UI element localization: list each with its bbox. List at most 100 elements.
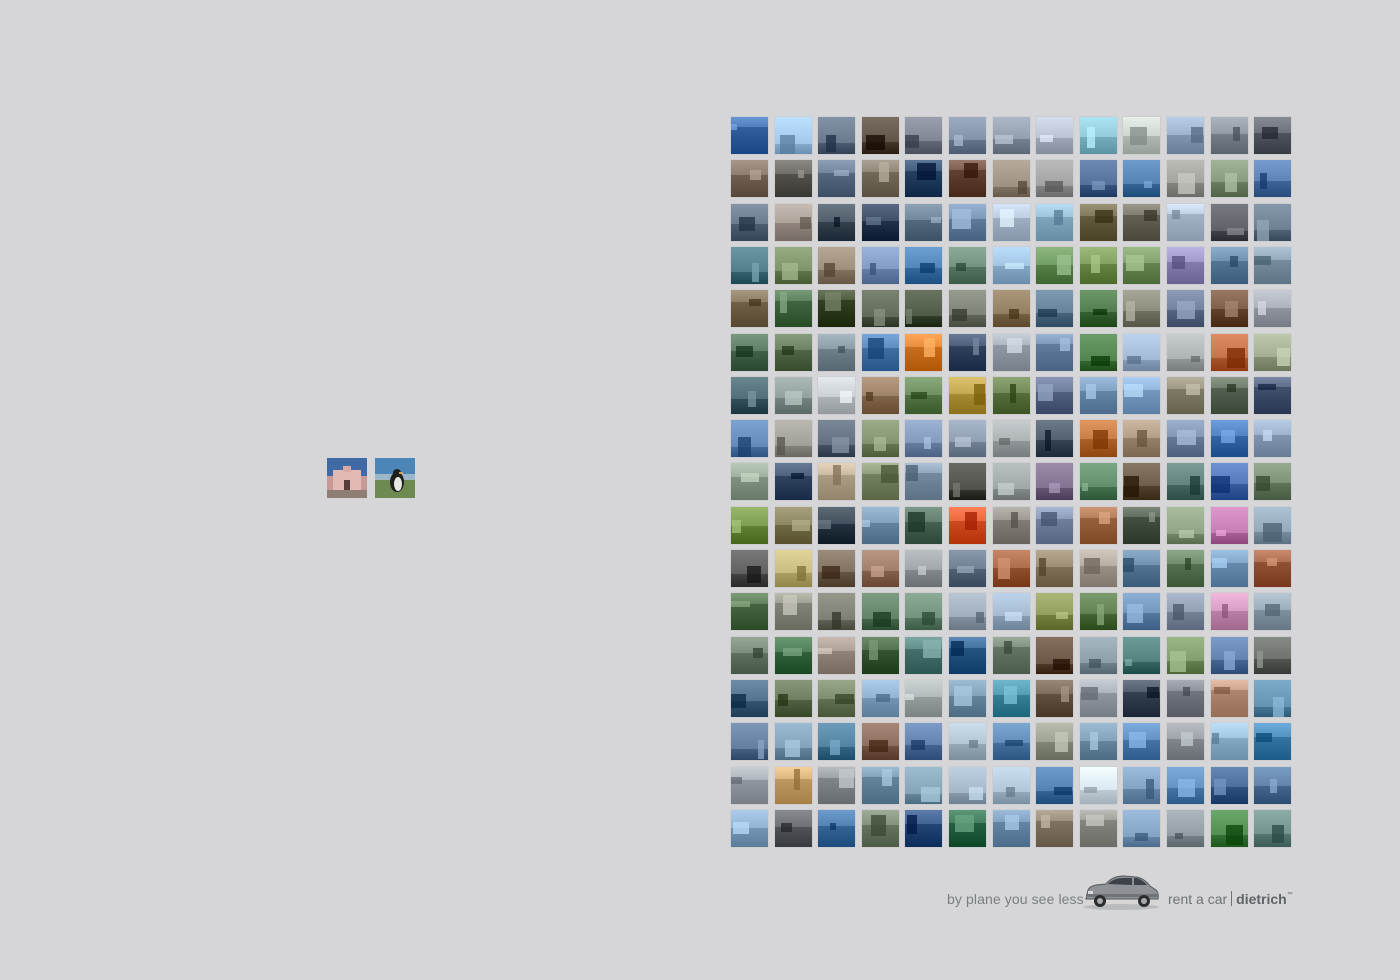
photo-tile [905,550,943,587]
photo-tile [731,333,768,371]
photo-tile [1254,766,1292,804]
photo-tile [1079,203,1117,241]
photo-tile [1210,463,1248,501]
brand-trademark: ™ [1286,892,1293,898]
photo-tile [1167,290,1204,328]
photo-tile [1036,809,1074,847]
photo-tile [1123,636,1161,674]
photo-tile [1123,376,1161,414]
photo-tile [1123,679,1161,717]
photo-tile [818,723,856,761]
photo-tile [1036,160,1074,198]
photo-tile [861,766,899,804]
photo-tile [774,376,812,414]
photo-tile [1036,636,1074,674]
photo-tile [1123,766,1161,804]
photo-tile [1036,723,1074,761]
photo-tile [861,203,899,241]
photo-tile [992,376,1030,414]
photo-tile [1123,593,1161,631]
photo-tile [1210,723,1248,761]
photo-tile [992,463,1030,501]
photo-tile [774,117,812,154]
photo-tile [905,809,943,847]
photo-tile [818,506,856,544]
photo-tile [1079,420,1117,458]
photo-tile [818,420,856,458]
car-icon [1080,872,1162,912]
photo-tile [992,636,1030,674]
photo-tile [1079,376,1117,414]
photo-tile [1210,506,1248,544]
brand-lockup: rent a car dietrich™ [1168,891,1293,907]
photo-tile [949,333,986,371]
photo-tile [1123,290,1161,328]
photo-tile [949,593,986,631]
photo-tile [818,246,856,284]
photo-tile [1167,766,1204,804]
thumbnail-penguin [375,458,415,498]
photo-tile [774,723,812,761]
photo-tile [731,376,768,414]
photo-tile [731,290,768,328]
photo-tile [1079,679,1117,717]
photo-tile [992,723,1030,761]
photo-tile [1254,376,1292,414]
photo-tile [818,809,856,847]
footer-brand-area: by plane you see less rent a car dietrich… [940,870,1300,926]
photo-tile [949,117,986,154]
photo-tile [1036,420,1074,458]
photo-tile [861,550,899,587]
photo-tile [1167,550,1204,587]
photo-tile [1167,203,1204,241]
photo-tile [1123,506,1161,544]
photo-tile [731,160,768,198]
photo-tile [949,766,986,804]
photo-tile [1210,636,1248,674]
photo-tile [731,636,768,674]
photo-tile [1123,809,1161,847]
photo-tile [905,593,943,631]
photo-tile [949,636,986,674]
photo-tile [1079,463,1117,501]
photo-tile [992,420,1030,458]
photo-tile [905,723,943,761]
photo-tile [1254,160,1292,198]
photo-tile [731,679,768,717]
penguin-image [375,458,415,498]
photo-tile [905,636,943,674]
photo-tile [949,376,986,414]
photo-tile [774,766,812,804]
photo-tile [949,723,986,761]
photo-tile [949,809,986,847]
photo-tile [774,160,812,198]
photo-tile [818,333,856,371]
photo-tile [905,203,943,241]
photo-tile [731,723,768,761]
photo-tile [992,550,1030,587]
photo-tile [1210,203,1248,241]
photo-tile [818,463,856,501]
photo-tile [861,333,899,371]
photo-tile [1210,550,1248,587]
photo-tile [1167,506,1204,544]
photo-tile [949,463,986,501]
photo-tile [1254,117,1292,154]
photo-tile [861,679,899,717]
photo-tile [1254,333,1292,371]
photo-tile [992,506,1030,544]
photo-tile [905,766,943,804]
photo-tile [1123,333,1161,371]
photo-tile [1079,766,1117,804]
photo-tile [774,290,812,328]
photo-tile [992,160,1030,198]
photo-tile [1254,636,1292,674]
photo-tile [731,809,768,847]
photo-tile [861,290,899,328]
photo-tile [861,420,899,458]
photo-tile [774,463,812,501]
brand-name: dietrich [1236,891,1287,907]
photo-tile [818,290,856,328]
photo-tile [1167,117,1204,154]
photo-tile [1254,203,1292,241]
